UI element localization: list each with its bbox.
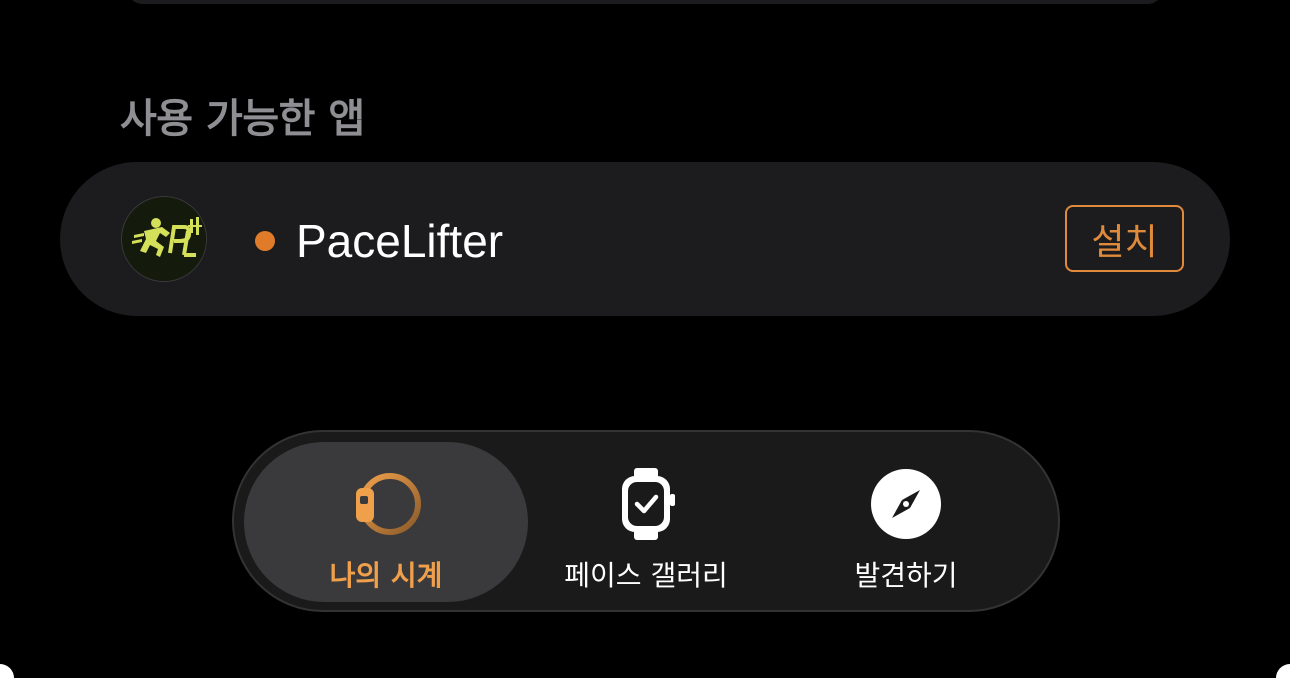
- window-corner-left: [0, 664, 14, 678]
- tab-face-gallery[interactable]: 페이스 갤러리: [504, 442, 788, 602]
- section-title: 사용 가능한 앱: [120, 96, 365, 142]
- watch-band-icon: [346, 464, 426, 544]
- tab-bar: 나의 시계 페이스 갤러리 발견하기: [232, 430, 1060, 612]
- install-button[interactable]: 설치: [1065, 205, 1184, 272]
- tab-my-watch[interactable]: 나의 시계: [244, 442, 528, 602]
- status-dot: [255, 231, 275, 251]
- app-name: PaceLifter: [296, 215, 504, 267]
- pacelifter-app-icon: [121, 196, 207, 282]
- tab-discover[interactable]: 발견하기: [764, 442, 1048, 602]
- compass-icon: [866, 464, 946, 544]
- previous-card-edge: [128, 0, 1162, 4]
- tab-label: 나의 시계: [329, 559, 443, 592]
- tab-label: 페이스 갤러리: [564, 559, 728, 592]
- tab-label: 발견하기: [854, 559, 958, 592]
- app-list-item[interactable]: PaceLifter 설치: [60, 162, 1230, 316]
- watch-face-icon: [606, 464, 686, 544]
- window-corner-right: [1276, 664, 1290, 678]
